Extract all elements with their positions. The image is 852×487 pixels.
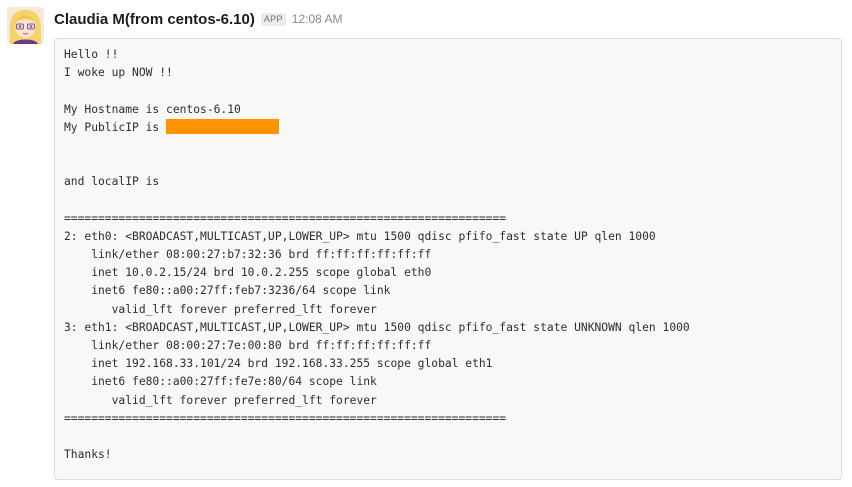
code-line-text: 3: eth1: <BROADCAST,MULTICAST,UP,LOWER_U… (64, 320, 690, 334)
anime-girl-avatar-icon (7, 7, 44, 44)
code-line: inet6 fe80::a00:27ff:fe7e:80/64 scope li… (64, 373, 841, 391)
code-line: and localIP is (64, 173, 841, 191)
code-line: ========================================… (64, 210, 841, 228)
code-line-text: Thanks! (64, 448, 112, 462)
code-line-text: link/ether 08:00:27:7e:00:80 brd ff:ff:f… (64, 339, 432, 352)
code-line: ========================================… (64, 410, 841, 428)
sender-name[interactable]: Claudia M(from centos-6.10) (54, 11, 255, 28)
code-block[interactable]: Hello !! I woke up NOW !! My Hostname is c… (54, 38, 842, 480)
message-timestamp[interactable]: 12:08 AM (292, 12, 343, 26)
code-line-text: My PublicIP is (64, 120, 167, 134)
code-line-text: inet6 fe80::a00:27ff:fe7e:80/64 scope li… (64, 375, 377, 389)
code-line-text: inet6 fe80::a00:27ff:feb7:3236/64 scope … (64, 284, 391, 298)
code-line-text: valid_lft forever preferred_lft forever (64, 393, 377, 407)
code-line: valid_lft forever preferred_lft forever (64, 301, 841, 319)
code-line-text: inet 10.0.2.15/24 brd 10.0.2.255 scope g… (64, 266, 432, 280)
code-line: inet 10.0.2.15/24 brd 10.0.2.255 scope g… (64, 264, 841, 282)
code-line: My Hostname is centos-6.10 (64, 101, 841, 119)
code-line: 2: eth0: <BROADCAST,MULTICAST,UP,LOWER_U… (64, 228, 841, 246)
app-badge: APP (260, 12, 286, 26)
message-header: Claudia M(from centos-6.10) APP 12:08 AM (54, 9, 343, 29)
code-line: 3: eth1: <BROADCAST,MULTICAST,UP,LOWER_U… (64, 319, 841, 337)
code-line-text: inet 192.168.33.101/24 brd 192.168.33.25… (64, 357, 493, 371)
avatar[interactable] (7, 7, 44, 44)
code-line-text: ========================================… (64, 411, 507, 425)
code-line: I woke up NOW !! (64, 64, 841, 82)
code-line-text: link/ether 08:00:27:b7:32:36 brd ff:ff:f… (64, 248, 432, 262)
code-line: My PublicIP is (64, 118, 841, 137)
code-line-text: I woke up NOW !! (64, 66, 173, 80)
code-line-text: Hello !! (64, 48, 119, 61)
code-line: link/ether 08:00:27:b7:32:36 brd ff:ff:f… (64, 246, 841, 264)
code-line-text: ========================================… (64, 211, 507, 225)
code-line: Hello !! (64, 46, 841, 64)
code-line: inet 192.168.33.101/24 brd 192.168.33.25… (64, 355, 841, 373)
code-line-text: My Hostname is centos-6.10 (64, 102, 241, 116)
code-line: inet6 fe80::a00:27ff:feb7:3236/64 scope … (64, 282, 841, 300)
code-line: link/ether 08:00:27:7e:00:80 brd ff:ff:f… (64, 337, 841, 355)
redacted-ip-block (166, 118, 280, 134)
code-line-text: and localIP is (64, 175, 160, 189)
code-line: valid_lft forever preferred_lft forever (64, 392, 841, 410)
code-line: Thanks! (64, 446, 841, 464)
code-line-text: valid_lft forever preferred_lft forever (64, 302, 377, 316)
code-line-text: 2: eth0: <BROADCAST,MULTICAST,UP,LOWER_U… (64, 229, 656, 243)
